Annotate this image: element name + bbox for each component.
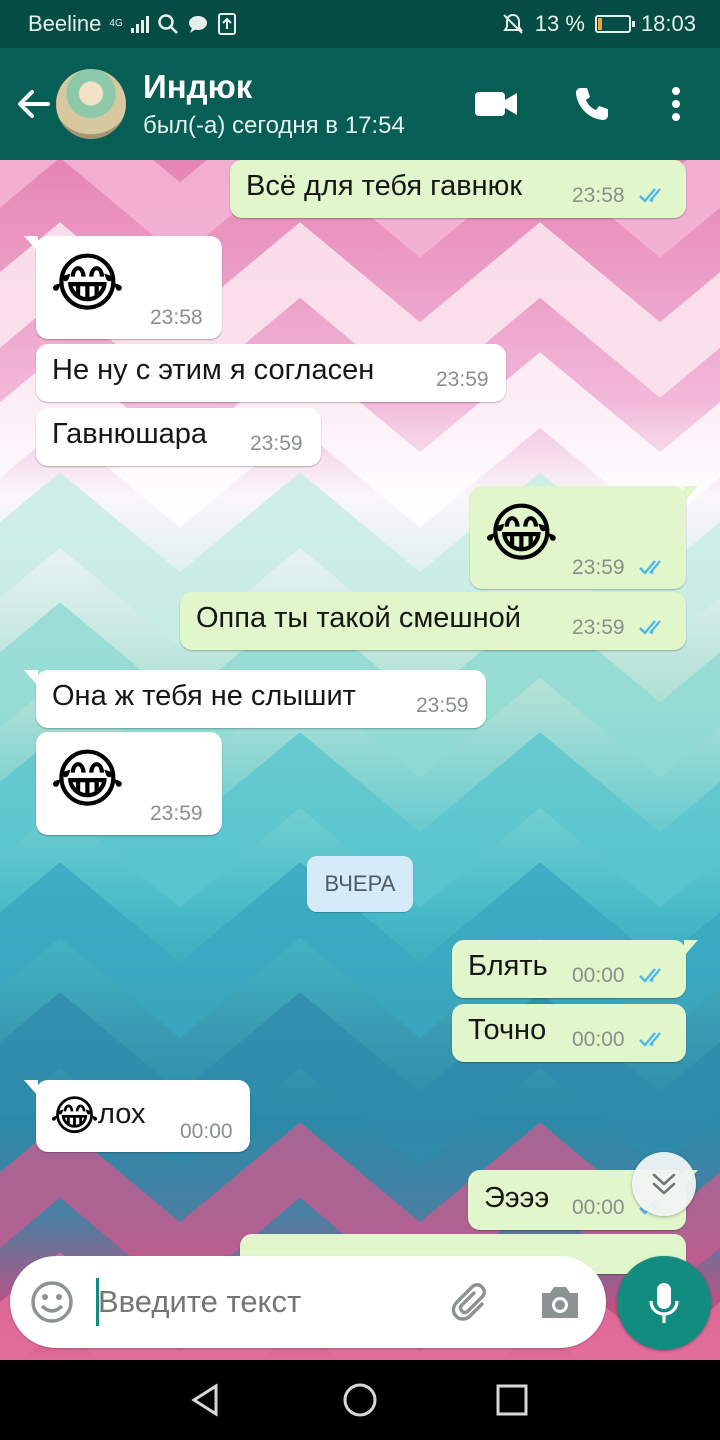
upload-icon — [217, 13, 236, 35]
message-text: Оппа ты такой смешной — [196, 602, 521, 634]
battery-percent: 13 % — [534, 11, 585, 36]
message-outgoing[interactable]: Точно 00:00 — [452, 1004, 686, 1062]
message-incoming[interactable]: Гавнюшара 23:59 — [36, 408, 321, 466]
nav-back-button[interactable] — [186, 1380, 226, 1420]
message-outgoing[interactable]: 😂 23:59 — [470, 486, 698, 589]
emoji-button[interactable] — [28, 1278, 76, 1326]
message-emoji: 😂 — [50, 743, 125, 815]
message-input[interactable] — [98, 1284, 428, 1320]
message-text: Всё для тебя гавнюк — [246, 170, 523, 202]
message-incoming[interactable]: Она ж тебя не слышит 23:59 — [24, 670, 486, 728]
message-incoming[interactable]: 😂 лох 00:00 — [24, 1080, 250, 1152]
clock: 18:03 — [640, 11, 696, 36]
paperclip-icon — [451, 1283, 486, 1321]
nav-home-button[interactable] — [340, 1380, 380, 1420]
camera-icon — [542, 1287, 578, 1318]
more-vert-icon — [672, 87, 680, 121]
message-composer — [10, 1256, 606, 1348]
read-receipt-icon — [639, 560, 661, 575]
contact-avatar[interactable] — [56, 69, 126, 139]
attach-button[interactable] — [448, 1278, 496, 1326]
nav-recents-icon — [496, 1384, 528, 1416]
carrier-name: Beeline — [28, 11, 102, 36]
message-text: Гавнюшара — [52, 418, 208, 450]
video-call-button[interactable] — [472, 80, 520, 128]
system-nav-bar — [0, 1360, 720, 1440]
message-time: 23:58 — [572, 184, 625, 207]
message-time: 00:00 — [572, 1196, 625, 1219]
status-bar: Beeline 4G 13 % 18:03 — [0, 0, 720, 48]
message-text: Блять — [468, 950, 548, 982]
message-time: 00:00 — [572, 964, 625, 987]
back-button[interactable] — [12, 82, 56, 126]
read-receipt-icon — [639, 1032, 661, 1047]
message-outgoing[interactable]: Оппа ты такой смешной 23:59 — [180, 592, 686, 650]
double-chevron-down-icon — [652, 1173, 676, 1195]
message-text: Ээээ — [484, 1182, 550, 1214]
message-time: 23:59 — [416, 694, 469, 717]
message-text: Она ж тебя не слышит — [52, 680, 356, 712]
voice-call-button[interactable] — [568, 80, 616, 128]
smiley-icon — [31, 1281, 73, 1323]
mute-bell-icon — [502, 13, 523, 34]
message-incoming[interactable]: 😂 23:58 — [24, 236, 222, 339]
network-type: 4G — [109, 18, 123, 29]
message-emoji: 😂 — [50, 1092, 100, 1139]
contact-name[interactable]: Индюк — [143, 68, 252, 106]
message-time: 23:59 — [150, 802, 203, 825]
message-time: 00:00 — [572, 1028, 625, 1051]
read-receipt-icon — [639, 968, 661, 983]
battery-icon — [594, 15, 635, 33]
read-receipt-icon — [639, 620, 661, 635]
signal-icon — [130, 15, 149, 33]
video-call-icon — [475, 92, 517, 116]
message-incoming[interactable]: Не ну с этим я согласен 23:59 — [36, 344, 506, 402]
message-emoji: 😂 — [484, 497, 559, 569]
message-outgoing[interactable]: Всё для тебя гавнюк 23:58 — [230, 160, 686, 218]
chat-notification-icon — [188, 16, 207, 33]
read-receipt-icon — [639, 188, 661, 203]
back-arrow-icon — [18, 90, 50, 118]
voice-message-button[interactable] — [617, 1256, 711, 1350]
message-time: 23:58 — [150, 306, 203, 329]
message-time: 00:00 — [180, 1120, 233, 1143]
message-incoming[interactable]: 😂 23:59 — [36, 732, 222, 835]
microphone-icon — [649, 1283, 679, 1323]
chat-area[interactable]: Всё для тебя гавнюк 23:58 😂 23:58 Не ну … — [0, 160, 720, 1360]
scroll-to-bottom-button[interactable] — [632, 1152, 696, 1216]
message-text: лох — [98, 1098, 146, 1130]
contact-last-seen[interactable]: был(-а) сегодня в 17:54 — [143, 112, 405, 140]
message-text: Не ну с этим я согласен — [52, 354, 375, 386]
message-text: Точно — [468, 1014, 547, 1046]
message-time: 23:59 — [436, 368, 489, 391]
more-options-button[interactable] — [652, 80, 700, 128]
nav-recents-button[interactable] — [492, 1380, 532, 1420]
nav-home-icon — [343, 1383, 377, 1417]
message-time: 23:59 — [572, 616, 625, 639]
chat-header: Индюк был(-а) сегодня в 17:54 — [0, 48, 720, 160]
message-outgoing[interactable]: Блять 00:00 — [452, 940, 698, 998]
search-icon — [157, 14, 178, 34]
date-divider: ВЧЕРА — [307, 856, 413, 912]
nav-back-icon — [191, 1383, 218, 1417]
camera-button[interactable] — [536, 1278, 584, 1326]
message-emoji: 😂 — [50, 247, 125, 319]
message-time: 23:59 — [572, 556, 625, 579]
phone-call-icon — [576, 88, 608, 120]
message-time: 23:59 — [250, 432, 303, 455]
